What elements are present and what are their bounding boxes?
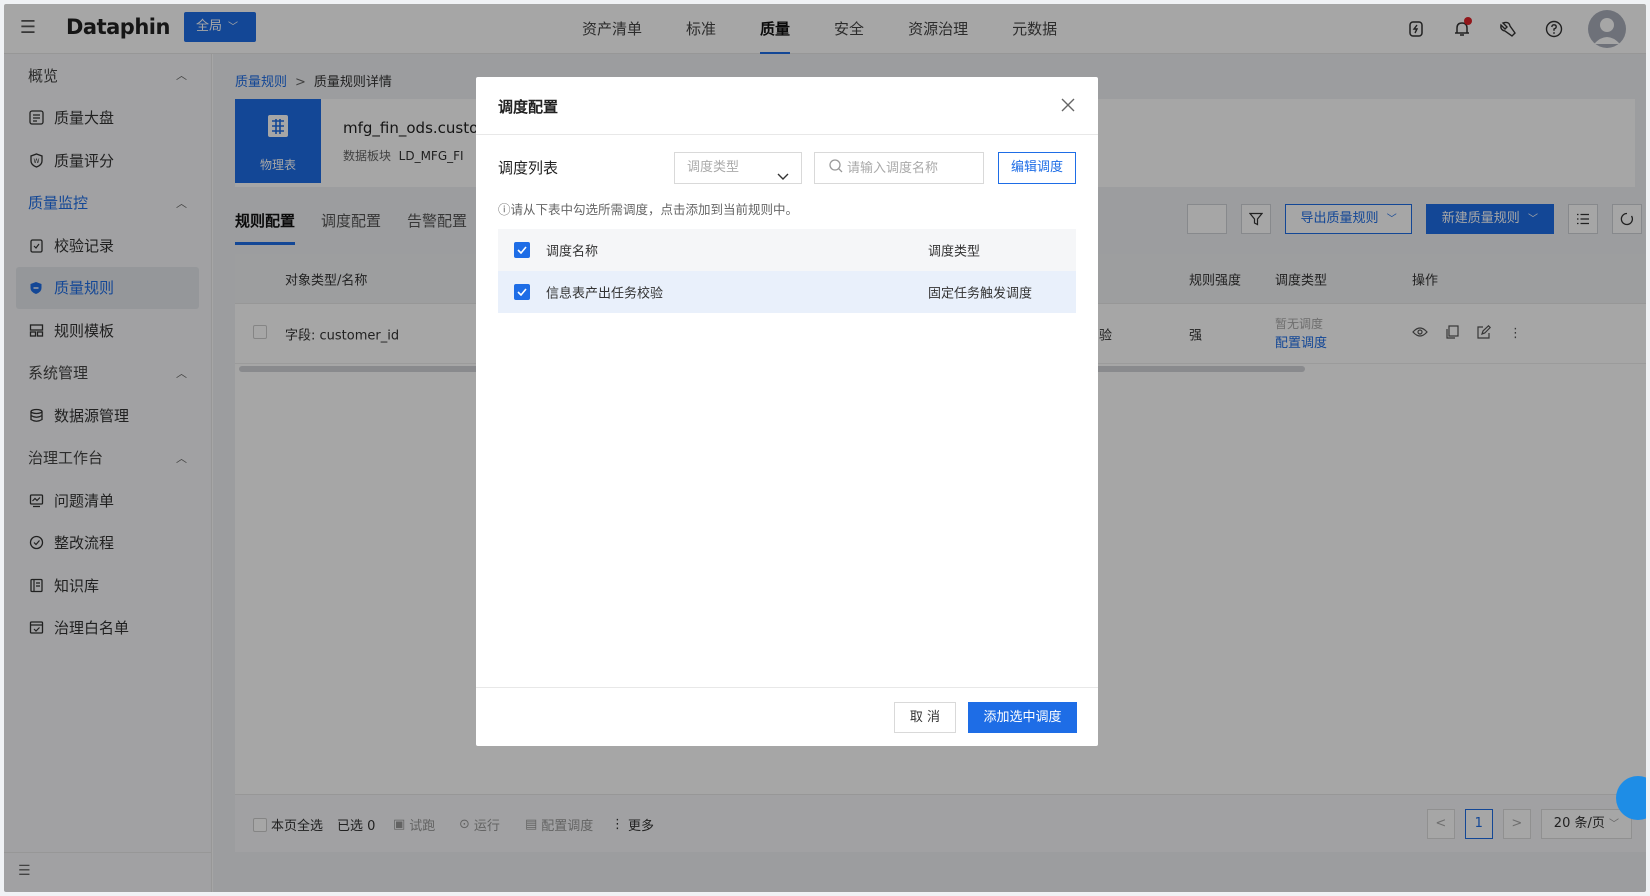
- schedule-table: 调度名称 调度类型 信息表产出任务校验 固定任务触发调度: [498, 229, 1076, 313]
- add-selected-button[interactable]: 添加选中调度: [968, 702, 1077, 733]
- close-icon[interactable]: [1058, 95, 1078, 115]
- search-input[interactable]: [847, 160, 967, 176]
- header-checkbox[interactable]: [514, 242, 530, 258]
- schedule-search: [814, 152, 984, 184]
- section-title: 调度列表: [498, 159, 559, 177]
- col-schedule-type: 调度类型: [928, 244, 981, 260]
- schedule-table-header: 调度名称 调度类型: [498, 229, 1076, 271]
- hint-text: ⓘ请从下表中勾选所需调度，点击添加到当前规则中。: [498, 202, 799, 217]
- app-window: ☰ Dataphin 全局 ﹀ 资产清单 标准 质量 安全 资源治理 元数据 概览…: [4, 4, 1646, 892]
- dialog-header: 调度配置: [476, 77, 1098, 135]
- chevron-down-icon: [777, 163, 789, 193]
- schedule-type: 固定任务触发调度: [928, 286, 1033, 302]
- table-row[interactable]: 信息表产出任务校验 固定任务触发调度: [498, 271, 1076, 313]
- col-schedule-name: 调度名称: [546, 244, 599, 260]
- schedule-config-dialog: 调度配置 调度列表 调度类型 编辑调度 ⓘ请从下表中勾选所需调度，点击添加到当前…: [476, 77, 1098, 746]
- schedule-type-select[interactable]: 调度类型: [674, 152, 802, 184]
- dialog-body: 调度列表 调度类型 编辑调度 ⓘ请从下表中勾选所需调度，点击添加到当前规则中。 …: [476, 135, 1098, 687]
- search-icon: [829, 159, 843, 177]
- dialog-footer: 取 消 添加选中调度: [476, 687, 1098, 746]
- schedule-type-placeholder: 调度类型: [687, 160, 740, 175]
- cancel-button[interactable]: 取 消: [894, 702, 956, 733]
- row-checkbox[interactable]: [514, 284, 530, 300]
- edit-schedule-button[interactable]: 编辑调度: [998, 152, 1076, 184]
- schedule-name: 信息表产出任务校验: [546, 286, 664, 302]
- dialog-title: 调度配置: [498, 98, 559, 116]
